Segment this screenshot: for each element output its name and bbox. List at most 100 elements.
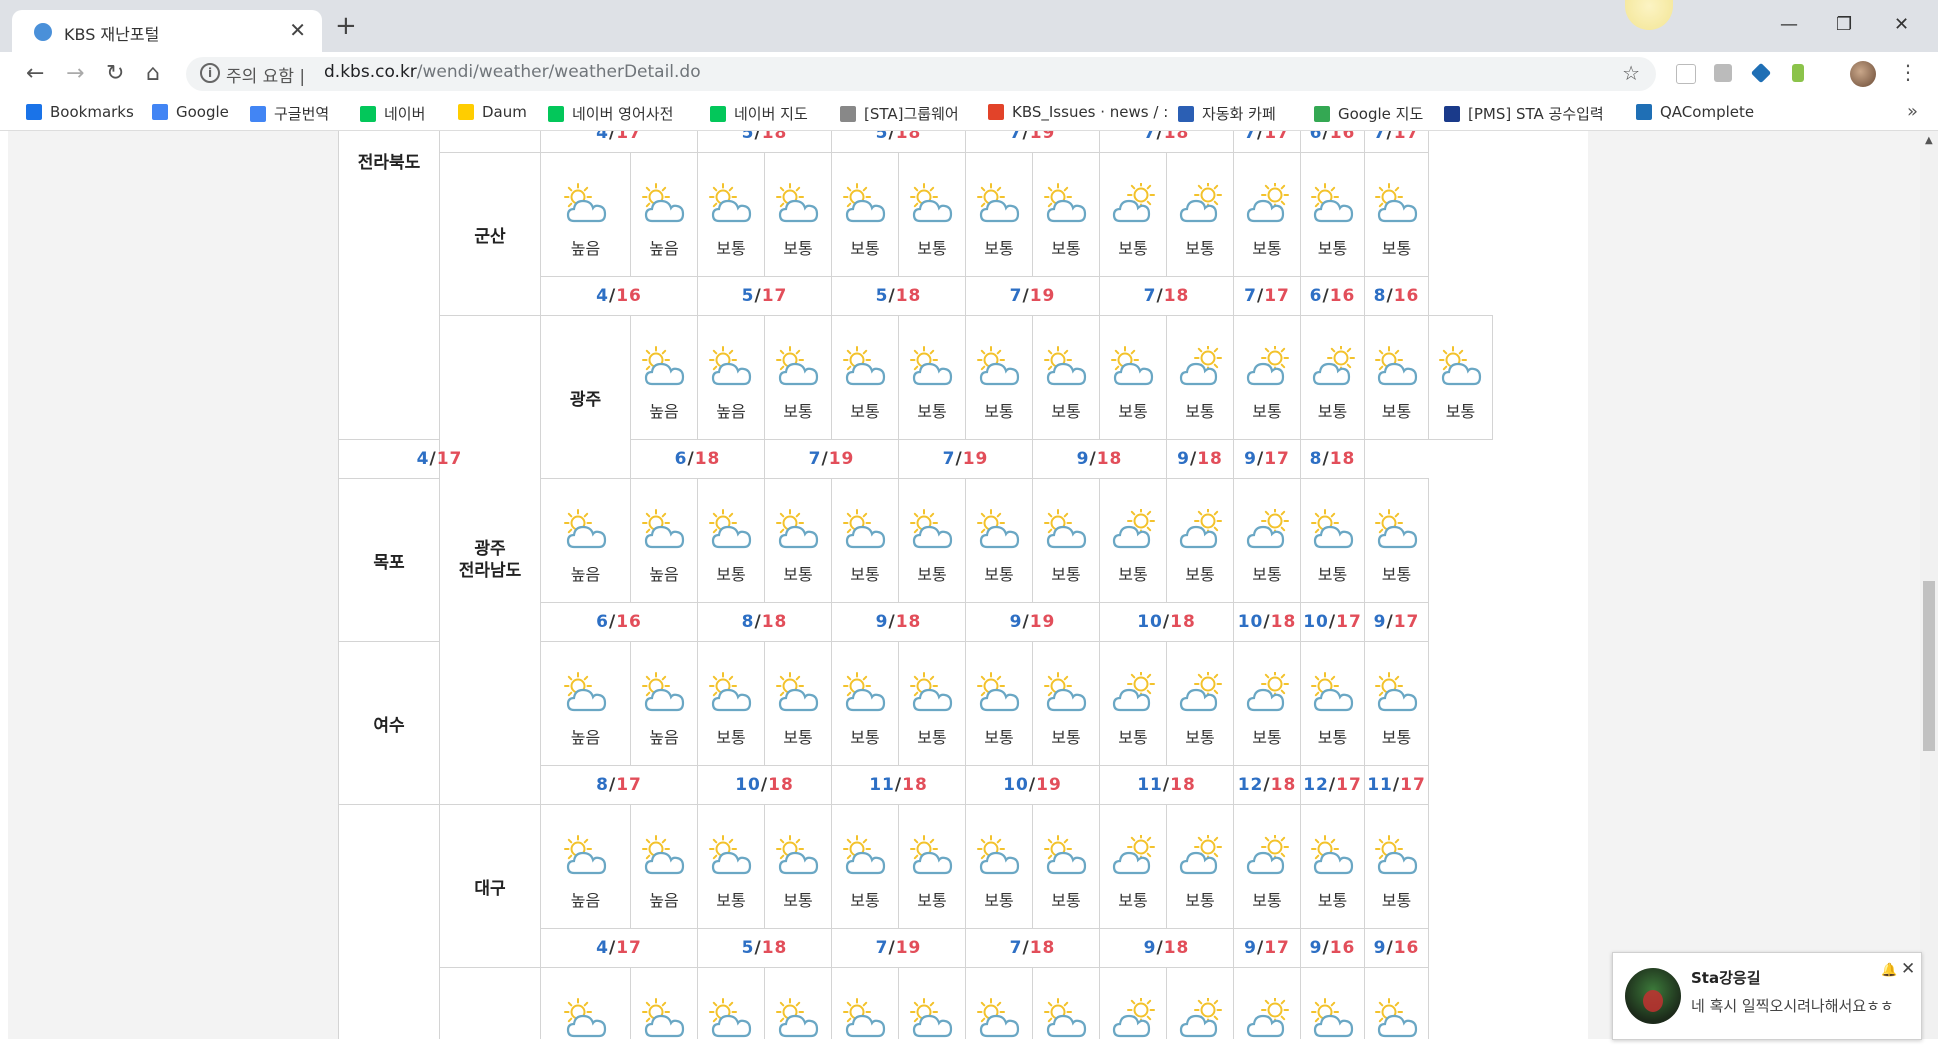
bookmark-item[interactable]: Google xyxy=(152,103,229,121)
back-icon[interactable]: ← xyxy=(26,61,44,86)
temperature-cell: 9/17 xyxy=(1364,602,1429,642)
ladder-extension-icon[interactable] xyxy=(1792,64,1804,82)
partly-sunny-icon xyxy=(642,345,685,385)
temp-max: 18 xyxy=(1163,131,1190,143)
temp-max: 18 xyxy=(694,449,721,469)
bookmark-item[interactable]: Bookmarks xyxy=(26,103,134,121)
partly-sunny-icon xyxy=(1310,834,1353,874)
tab-close-icon[interactable]: ✕ xyxy=(289,18,306,42)
qa-extension-icon[interactable] xyxy=(1750,62,1772,84)
temp-max: 19 xyxy=(1036,775,1062,795)
city-cell[interactable]: 목포 xyxy=(338,478,440,642)
city-cell[interactable]: 군산 xyxy=(439,152,541,316)
cloud-sun-icon xyxy=(1246,182,1289,222)
menu-icon[interactable]: ⋮ xyxy=(1898,60,1918,84)
home-icon[interactable]: ⌂ xyxy=(146,61,160,86)
city-cell xyxy=(439,131,541,153)
temp-min: 11 xyxy=(1367,775,1393,795)
temp-max: 17 xyxy=(1336,612,1362,632)
partly-sunny-icon xyxy=(910,997,953,1037)
info-icon[interactable]: i xyxy=(200,63,220,83)
dict-icon xyxy=(548,106,564,122)
temp-max: 17 xyxy=(616,131,642,143)
weather-icon-cell: 보통 xyxy=(965,478,1033,603)
temp-min: 8 xyxy=(1309,449,1323,469)
bookmark-item[interactable]: [STA]그룹웨어 xyxy=(840,103,959,124)
bookmark-item[interactable]: QAComplete xyxy=(1636,103,1754,121)
chat-notification[interactable]: Sta강응길 네 혹시 일찍오시려나해서요ㅎㅎ 🔔 ✕ xyxy=(1612,952,1922,1040)
bookmark-item[interactable]: Google 지도 xyxy=(1314,103,1423,124)
temp-max: 16 xyxy=(616,286,642,306)
bookmark-item[interactable]: KBS_Issues · news / : xyxy=(988,103,1168,121)
scroll-up-icon[interactable]: ▲ xyxy=(1925,135,1933,146)
profile-avatar[interactable] xyxy=(1850,61,1876,87)
scrollbar-thumb[interactable] xyxy=(1923,581,1935,751)
vertical-scrollbar[interactable]: ▲ xyxy=(1920,131,1938,1039)
temp-min: 5 xyxy=(741,286,755,306)
air-quality-label: 높음 xyxy=(649,238,679,258)
weather-icon-cell: 보통 xyxy=(898,152,966,277)
temp-max: 18 xyxy=(761,131,788,143)
minimize-button[interactable]: — xyxy=(1780,14,1798,35)
bookmark-item[interactable]: 네이버 영어사전 xyxy=(548,103,673,124)
close-window-button[interactable]: ✕ xyxy=(1894,14,1909,35)
bookmark-item[interactable]: Daum xyxy=(458,103,527,121)
restore-button[interactable]: ❐ xyxy=(1836,14,1852,35)
cloud-sun-icon xyxy=(1246,508,1289,548)
partly-sunny-icon xyxy=(910,508,953,548)
bookmark-item[interactable]: [PMS] STA 공수입력 xyxy=(1444,103,1604,124)
bookmarks-overflow-icon[interactable]: » xyxy=(1907,101,1918,122)
bookmark-item[interactable]: 네이버 지도 xyxy=(710,103,808,124)
partly-sunny-icon xyxy=(1374,508,1417,548)
city-cell[interactable]: 광주 xyxy=(540,315,631,479)
partly-sunny-icon xyxy=(1044,345,1087,385)
weather-icon-cell: 보통 xyxy=(1233,804,1301,929)
temperature-cell: 7/17 xyxy=(1233,276,1301,316)
weather-icon-cell: 보통 xyxy=(764,641,832,766)
air-quality-label: 보통 xyxy=(1118,401,1148,421)
city-name: 광주 xyxy=(569,389,602,410)
url-text[interactable]: d.kbs.co.kr/wendi/weather/weatherDetail.… xyxy=(324,62,701,82)
temp-min: 10 xyxy=(1303,612,1329,632)
temperature-cell: 9/17 xyxy=(1233,928,1301,968)
temp-max: 17 xyxy=(1264,938,1290,958)
notification-bell-icon[interactable]: 🔔 xyxy=(1881,963,1897,978)
weather-icon-cell: 보통 xyxy=(1233,641,1301,766)
ex-extension-icon[interactable] xyxy=(1714,64,1732,82)
weather-icon-cell: 보통 xyxy=(1300,804,1365,929)
temp-max: 18 xyxy=(895,131,922,143)
bookmark-item[interactable]: 네이버 xyxy=(360,103,425,124)
air-quality-label: 보통 xyxy=(1381,890,1412,910)
temp-min: 7 xyxy=(808,449,822,469)
air-quality-label: 보통 xyxy=(1185,727,1215,747)
bookmark-label: KBS_Issues · news / : xyxy=(1012,103,1169,121)
city-cell[interactable]: 여수 xyxy=(338,641,440,805)
bookmark-item[interactable]: 자동화 카페 xyxy=(1178,103,1276,124)
security-warning[interactable]: 주의 요함 | xyxy=(226,62,305,87)
bookmark-item[interactable]: 구글번역 xyxy=(250,103,329,124)
partly-sunny-icon xyxy=(642,671,685,711)
partly-sunny-icon xyxy=(977,997,1020,1037)
naver-map-icon xyxy=(710,106,726,122)
forward-icon[interactable]: → xyxy=(66,61,84,86)
new-tab-button[interactable]: + xyxy=(335,13,357,39)
bookmark-label: 네이버 xyxy=(384,105,426,123)
air-quality-label: 보통 xyxy=(1317,238,1348,258)
city-cell[interactable]: 대구 xyxy=(439,804,541,968)
extension-icon[interactable] xyxy=(1676,64,1696,84)
weather-icon-cell: 높음 xyxy=(630,804,698,929)
bookmark-label: Google 지도 xyxy=(1338,105,1424,123)
air-quality-label: 보통 xyxy=(850,727,880,747)
address-bar[interactable]: i 주의 요함 | d.kbs.co.kr/wendi/weather/weat… xyxy=(186,57,1656,91)
browser-tab[interactable]: KBS 재난포털 ✕ xyxy=(12,10,322,52)
reload-icon[interactable]: ↻ xyxy=(106,61,124,86)
bookmark-star-icon[interactable]: ☆ xyxy=(1622,61,1640,85)
air-quality-label: 보통 xyxy=(1381,727,1412,747)
weather-icon-cell: 보통 xyxy=(965,641,1033,766)
chat-close-icon[interactable]: ✕ xyxy=(1901,959,1915,979)
bookmark-label: [STA]그룹웨어 xyxy=(864,105,959,123)
air-quality-label: 보통 xyxy=(984,727,1014,747)
partly-sunny-icon xyxy=(977,345,1020,385)
partly-sunny-icon xyxy=(843,508,886,548)
temp-min: 9 xyxy=(1373,938,1387,958)
